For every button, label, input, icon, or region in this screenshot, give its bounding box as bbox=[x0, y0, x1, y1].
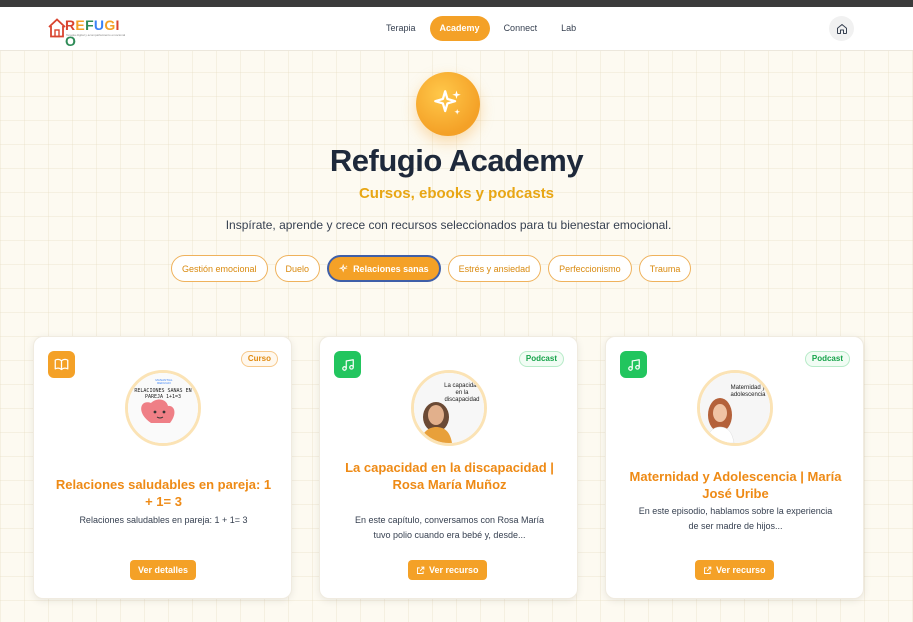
filter-label: Trauma bbox=[649, 263, 681, 274]
nav-connect[interactable]: Connect bbox=[494, 16, 548, 41]
course-thumbnail[interactable]: MANANTIAL REFUGIO RELACIONES SANAS EN PA… bbox=[125, 370, 201, 446]
podcast-thumbnail[interactable]: La capacidad en la discapacidad bbox=[411, 370, 487, 446]
card-description: Relaciones saludables en pareja: 1 + 1= … bbox=[79, 515, 248, 525]
resource-card: Podcast Maternidad y adolescencia Matern… bbox=[605, 336, 864, 599]
filter-relaciones-sanas[interactable]: Relaciones sanas bbox=[327, 255, 441, 282]
resource-card: Podcast La capacidad en la discapacidad … bbox=[319, 336, 578, 599]
music-icon bbox=[341, 358, 354, 371]
filter-perfeccionismo[interactable]: Perfeccionismo bbox=[548, 255, 632, 282]
nav-lab[interactable]: Lab bbox=[551, 16, 586, 41]
filter-gestion-emocional[interactable]: Gestión emocional bbox=[171, 255, 268, 282]
nav-terapia[interactable]: Terapia bbox=[376, 16, 426, 41]
button-label: Ver recurso bbox=[716, 565, 766, 575]
card-type-badge bbox=[620, 351, 647, 378]
page-title: Refugio Academy bbox=[329, 143, 584, 178]
card-description: En este capítulo, conversamos con Rosa M… bbox=[354, 515, 545, 540]
card-title[interactable]: Maternidad y Adolescencia | María José U… bbox=[626, 468, 845, 502]
refugio-logo[interactable]: REFUGIO Terapia digital y acompañamiento… bbox=[48, 16, 128, 49]
thumb-caption: La capacidad en la discapacidad bbox=[444, 383, 480, 403]
type-badge: Podcast bbox=[804, 351, 850, 367]
home-icon bbox=[836, 23, 847, 34]
podcast-thumbnail[interactable]: Maternidad y adolescencia bbox=[697, 370, 773, 446]
window-top-strip bbox=[0, 0, 913, 7]
sparkles-icon bbox=[339, 263, 348, 273]
category-filters: Gestión emocional Duelo Relaciones sanas… bbox=[171, 255, 692, 282]
type-badge: Podcast bbox=[518, 351, 564, 367]
thumb-caption: RELACIONES SANAS EN PAREJA 1+1=3 bbox=[134, 388, 192, 400]
home-button[interactable] bbox=[829, 16, 854, 41]
card-type-badge bbox=[334, 351, 361, 378]
guest-portrait bbox=[700, 373, 770, 443]
external-link-icon bbox=[704, 566, 712, 574]
thumb-logo: MANANTIAL REFUGIO bbox=[155, 378, 173, 385]
card-description: En este episodio, hablamos sobre la expe… bbox=[638, 506, 833, 531]
view-details-button[interactable]: Ver detalles bbox=[130, 560, 197, 580]
card-title[interactable]: La capacidad en la discapacidad | Rosa M… bbox=[340, 459, 559, 493]
card-type-badge bbox=[48, 351, 75, 378]
navbar: REFUGIO Terapia digital y acompañamiento… bbox=[0, 7, 913, 51]
music-icon bbox=[627, 358, 640, 371]
button-label: Ver detalles bbox=[138, 565, 189, 575]
house-logo-icon bbox=[48, 18, 66, 38]
filter-label: Gestión emocional bbox=[182, 263, 257, 274]
main-nav: Terapia Academy Connect Lab bbox=[376, 16, 586, 41]
book-icon bbox=[54, 358, 69, 371]
filter-trauma[interactable]: Trauma bbox=[638, 255, 692, 282]
page-subtitle: Cursos, ebooks y podcasts bbox=[358, 185, 555, 202]
view-resource-button[interactable]: Ver recurso bbox=[408, 560, 487, 580]
filter-label: Relaciones sanas bbox=[353, 263, 429, 274]
page-description: Inspírate, aprende y crece con recursos … bbox=[225, 218, 672, 232]
view-resource-button[interactable]: Ver recurso bbox=[695, 560, 774, 580]
thumb-caption: Maternidad y adolescencia bbox=[730, 385, 766, 398]
logo-tagline: Terapia digital y acompañamiento emocion… bbox=[66, 33, 126, 37]
filter-duelo[interactable]: Duelo bbox=[274, 255, 321, 282]
filter-label: Duelo bbox=[285, 263, 310, 274]
type-badge: Curso bbox=[240, 351, 278, 367]
external-link-icon bbox=[417, 566, 425, 574]
nav-academy[interactable]: Academy bbox=[429, 16, 490, 41]
filter-label: Perfeccionismo bbox=[559, 263, 621, 274]
card-title[interactable]: Relaciones saludables en pareja: 1 + 1= … bbox=[54, 476, 273, 510]
hero-sparkles-badge bbox=[416, 72, 480, 136]
resource-card: Curso MANANTIAL REFUGIO RELACIONES SANAS… bbox=[33, 336, 292, 599]
filter-estres-ansiedad[interactable]: Estrés y ansiedad bbox=[447, 255, 542, 282]
filter-label: Estrés y ansiedad bbox=[458, 263, 531, 274]
sparkles-icon bbox=[434, 90, 461, 115]
button-label: Ver recurso bbox=[429, 565, 479, 575]
